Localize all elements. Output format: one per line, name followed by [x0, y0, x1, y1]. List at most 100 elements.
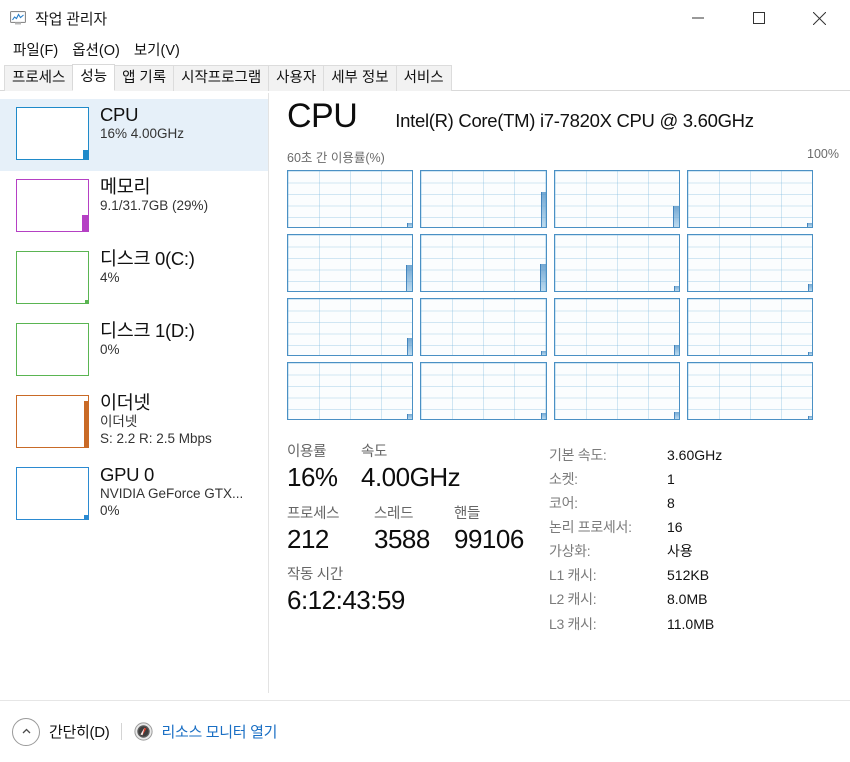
cpu-core-graph[interactable] — [287, 298, 414, 356]
cpu-model-name: Intel(R) Core(TM) i7-7820X CPU @ 3.60GHz — [395, 110, 754, 131]
chevron-up-icon — [22, 728, 30, 734]
label-processes: 프로세스 — [287, 505, 340, 522]
tab-services[interactable]: 서비스 — [395, 65, 452, 91]
spec-key: 기본 속도: — [549, 447, 607, 463]
ethernet-thumbnail — [16, 395, 89, 448]
tab-app-history[interactable]: 앱 기록 — [114, 65, 175, 91]
window-title: 작업 관리자 — [35, 10, 107, 28]
spec-value: 3.60GHz — [667, 447, 723, 463]
spec-key: L3 캐시: — [549, 615, 597, 632]
tab-startup[interactable]: 시작프로그램 — [173, 65, 270, 91]
cpu-core-graph[interactable] — [553, 362, 680, 420]
spec-row: 논리 프로세서: 16 — [549, 515, 850, 539]
cpu-core-graph[interactable] — [553, 234, 680, 292]
label-utilization: 이용률 — [287, 444, 327, 460]
sidebar-gpu0-sub: NVIDIA GeForce GTX... — [100, 486, 244, 502]
sidebar-item-cpu[interactable]: CPU 16% 4.00GHz — [0, 99, 268, 171]
resource-sidebar: CPU 16% 4.00GHz 메모리 9.1/31.7GB (29%) 디스크… — [0, 91, 268, 697]
value-speed: 4.00GHz — [361, 462, 461, 492]
cpu-core-usage-spike — [807, 223, 812, 227]
sidebar-item-memory[interactable]: 메모리 9.1/31.7GB (29%) — [0, 171, 268, 243]
spec-value: 11.0MB — [667, 615, 715, 632]
spec-row: 기본 속도: 3.60GHz — [549, 443, 850, 467]
menu-file[interactable]: 파일(F) — [6, 37, 65, 62]
cpu-spec-list: 기본 속도: 3.60GHz 소켓: 1 코어: 8 논리 프로세서: 16 가상화: 사용 L1 … — [549, 440, 850, 636]
tab-performance[interactable]: 성능 — [72, 64, 116, 91]
gpu0-thumbnail — [16, 467, 89, 520]
cpu-core-graph[interactable] — [420, 298, 547, 356]
value-uptime: 6:12:43:59 — [287, 585, 405, 615]
sidebar-cpu-title: CPU — [100, 104, 139, 125]
sidebar-item-ethernet[interactable]: 이더넷 이더넷 S: 2.2 R: 2.5 Mbps — [0, 387, 268, 459]
cpu-core-usage-spike — [673, 412, 679, 419]
stats-left-column: 이용률 속도 16% 4.00GHz 프로세스 스레드 핸들 212 3588 … — [287, 440, 549, 636]
status-bar: 간단히(D) 리소스 모니터 열기 — [0, 700, 850, 762]
spec-value: 8 — [667, 495, 675, 512]
cpu-core-usage-spike — [808, 351, 812, 355]
disk0-thumbnail — [16, 251, 89, 304]
cpu-core-graph[interactable] — [553, 298, 680, 356]
window-controls — [667, 0, 850, 36]
spec-key: 소켓: — [549, 471, 578, 488]
cpu-core-graph[interactable] — [686, 298, 813, 356]
cpu-core-graph[interactable] — [420, 234, 547, 292]
cpu-core-usage-spike — [540, 413, 546, 419]
spec-value: 8.0MB — [667, 591, 708, 608]
tab-strip: 프로세스 성능 앱 기록 시작프로그램 사용자 세부 정보 서비스 — [0, 62, 850, 91]
logical-processor-graph-grid[interactable] — [287, 170, 813, 420]
cpu-core-usage-spike — [672, 205, 679, 227]
label-speed: 속도 — [361, 444, 388, 460]
cpu-core-graph[interactable] — [420, 170, 547, 228]
graph-caption-right: 100% — [807, 147, 839, 161]
value-utilization: 16% — [287, 462, 338, 492]
cpu-core-usage-spike — [540, 192, 546, 227]
sidebar-disk1-sub: 0% — [100, 342, 120, 358]
resource-monitor-icon — [134, 722, 154, 741]
cpu-core-usage-spike — [673, 285, 679, 291]
label-uptime: 작동 시간 — [287, 567, 343, 583]
cpu-core-graph[interactable] — [287, 362, 414, 420]
status-separator — [121, 723, 123, 740]
cpu-thumbnail — [16, 107, 89, 160]
cpu-core-graph[interactable] — [686, 234, 813, 292]
sidebar-item-disk1[interactable]: 디스크 1(D:) 0% — [0, 315, 268, 387]
spec-value: 512KB — [667, 567, 710, 584]
cpu-core-usage-spike — [539, 264, 546, 291]
spec-value: 16 — [667, 519, 683, 536]
cpu-core-usage-spike — [406, 265, 413, 291]
tab-details[interactable]: 세부 정보 — [323, 65, 397, 91]
value-processes: 212 — [287, 523, 329, 554]
sidebar-disk0-sub: 4% — [100, 270, 120, 286]
cpu-core-usage-spike — [808, 283, 812, 291]
title-bar: 작업 관리자 — [0, 0, 850, 36]
collapse-label[interactable]: 간단히(D) — [49, 721, 110, 742]
cpu-core-graph[interactable] — [420, 362, 547, 420]
sidebar-item-disk0[interactable]: 디스크 0(C:) 4% — [0, 243, 268, 315]
cpu-core-graph[interactable] — [553, 170, 680, 228]
value-handles: 99106 — [454, 523, 524, 554]
menu-options[interactable]: 옵션(O) — [65, 37, 127, 62]
cpu-core-graph[interactable] — [287, 170, 414, 228]
menu-bar: 파일(F) 옵션(O) 보기(V) — [0, 36, 850, 62]
tab-processes[interactable]: 프로세스 — [4, 65, 74, 91]
maximize-button[interactable] — [728, 0, 789, 36]
sidebar-item-gpu0[interactable]: GPU 0 NVIDIA GeForce GTX... 0% — [0, 459, 268, 531]
sidebar-memory-sub: 9.1/31.7GB (29%) — [100, 198, 209, 214]
sidebar-memory-title: 메모리 — [100, 176, 151, 197]
stat-group-processes-threads-handles: 프로세스 스레드 핸들 212 3588 99106 — [287, 502, 549, 556]
open-resource-monitor-link[interactable]: 리소스 모니터 열기 — [161, 721, 277, 742]
cpu-core-usage-spike — [540, 350, 546, 355]
spec-row: L1 캐시: 512KB — [549, 563, 850, 587]
cpu-core-graph[interactable] — [686, 170, 813, 228]
tab-users[interactable]: 사용자 — [268, 65, 325, 91]
minimize-button[interactable] — [667, 0, 728, 36]
collapse-toggle-button[interactable] — [12, 717, 40, 746]
detail-header: CPU Intel(R) Core(TM) i7-7820X CPU @ 3.6… — [287, 99, 850, 133]
cpu-core-graph[interactable] — [686, 362, 813, 420]
cpu-core-graph[interactable] — [287, 234, 414, 292]
menu-view[interactable]: 보기(V) — [127, 37, 187, 62]
close-button[interactable] — [789, 0, 850, 36]
stat-group-utilization-speed: 이용률 속도 16% 4.00GHz — [287, 440, 549, 494]
disk1-thumbnail — [16, 323, 89, 376]
sidebar-gpu0-title: GPU 0 — [100, 464, 155, 485]
